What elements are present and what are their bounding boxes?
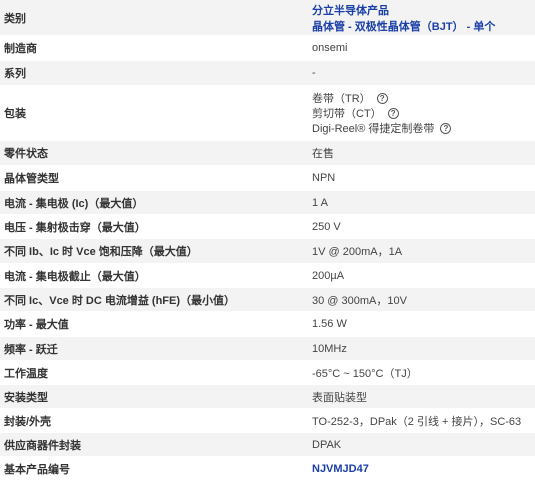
spec-row-collector-cutoff: 电流 - 集电极截止（最大值） 200µA — [0, 264, 535, 288]
spec-label: 频率 - 跃迁 — [4, 343, 58, 356]
spec-label: 供应商器件封装 — [4, 439, 81, 452]
spec-label: 安装类型 — [4, 391, 48, 404]
spec-value: 表面贴装型 — [312, 391, 367, 404]
category-link[interactable]: 分立半导体产品 — [312, 2, 535, 18]
spec-value: NJVMJD47 — [306, 457, 535, 480]
spec-value: 1V @ 200mA，1A — [312, 246, 403, 258]
help-icon[interactable]: ? — [376, 92, 388, 104]
spec-label: 电压 - 集射极击穿（最大值） — [4, 221, 146, 234]
spec-label: 晶体管类型 — [4, 173, 59, 185]
packaging-option-label: 卷带（TR） — [312, 93, 371, 105]
spec-value: DPAK — [312, 438, 342, 451]
spec-value: 1.56 W — [312, 318, 347, 330]
spec-row-power-max: 功率 - 最大值 1.56 W — [0, 312, 535, 337]
spec-row-base-part-number: 基本产品编号 NJVMJD47 — [0, 457, 535, 481]
spec-row-breakdown-voltage: 电压 - 集射极击穿（最大值） 250 V — [0, 215, 535, 239]
spec-value: onsemi — [312, 42, 348, 54]
spec-row-transition-frequency: 频率 - 跃迁 10MHz — [0, 337, 535, 361]
subcategory-link[interactable]: 晶体管 - 双极性晶体管（BJT） - 单个 — [312, 18, 535, 34]
spec-label: 不同 Ic、Vce 时 DC 电流增益 (hFE)（最小值） — [4, 294, 236, 307]
spec-value: NPN — [312, 172, 336, 184]
spec-label: 功率 - 最大值 — [4, 319, 69, 331]
spec-label: 零件状态 — [4, 148, 48, 160]
packaging-option: 卷带（TR） ? — [312, 91, 535, 106]
packaging-option-label: 剪切带（CT） — [312, 108, 382, 120]
spec-row-supplier-package: 供应商器件封装 DPAK — [0, 433, 535, 457]
base-part-number-link[interactable]: NJVMJD47 — [312, 463, 535, 475]
help-icon[interactable]: ? — [387, 107, 399, 119]
help-icon[interactable]: ? — [440, 122, 452, 134]
spec-label: 不同 Ib、Ic 时 Vce 饱和压降（最大值） — [4, 246, 198, 258]
spec-value: 1 A — [312, 196, 328, 209]
spec-row-manufacturer: 制造商 onsemi — [0, 36, 535, 61]
spec-label: 系列 — [4, 68, 26, 80]
spec-row-packaging: 包装 卷带（TR） ? 剪切带（CT） ? Digi-Reel® 得捷定制卷带 … — [0, 86, 535, 141]
packaging-option: 剪切带（CT） ? — [312, 106, 535, 121]
spec-row-dc-gain: 不同 Ic、Vce 时 DC 电流增益 (hFE)（最小值） 30 @ 300m… — [0, 288, 535, 312]
spec-label: 电流 - 集电极 (Ic)（最大值） — [4, 197, 144, 210]
packaging-option: Digi-Reel® 得捷定制卷带 ? — [312, 121, 535, 136]
spec-label: 制造商 — [4, 43, 37, 55]
spec-label: 类别 — [4, 12, 26, 25]
spec-value: 卷带（TR） ? 剪切带（CT） ? Digi-Reel® 得捷定制卷带 ? — [306, 86, 535, 140]
spec-row-collector-current: 电流 - 集电极 (Ic)（最大值） 1 A — [0, 191, 535, 215]
spec-label: 包装 — [4, 108, 26, 120]
spec-label: 工作温度 — [4, 367, 48, 380]
spec-value: 在售 — [312, 148, 334, 160]
spec-row-mounting-type: 安装类型 表面贴装型 — [0, 385, 535, 409]
spec-value: 分立半导体产品 晶体管 - 双极性晶体管（BJT） - 单个 — [306, 0, 535, 35]
spec-value: -65°C ~ 150°C（TJ） — [312, 367, 418, 380]
spec-row-transistor-type: 晶体管类型 NPN — [0, 166, 535, 191]
spec-row-category: 类别 分立半导体产品 晶体管 - 双极性晶体管（BJT） - 单个 — [0, 0, 535, 36]
spec-label: 封装/外壳 — [4, 415, 52, 428]
spec-row-operating-temp: 工作温度 -65°C ~ 150°C（TJ） — [0, 361, 535, 385]
spec-value: 250 V — [312, 220, 341, 233]
spec-row-vce-saturation: 不同 Ib、Ic 时 Vce 饱和压降（最大值） 1V @ 200mA，1A — [0, 239, 535, 264]
spec-value: 30 @ 300mA，10V — [312, 294, 407, 307]
spec-row-part-status: 零件状态 在售 — [0, 141, 535, 166]
spec-row-series: 系列 - — [0, 61, 535, 86]
spec-label: 基本产品编号 — [4, 463, 70, 476]
spec-value: TO-252-3，DPak（2 引线 + 接片），SC-63 — [312, 415, 522, 428]
spec-value: 200µA — [312, 269, 345, 282]
spec-table: 类别 分立半导体产品 晶体管 - 双极性晶体管（BJT） - 单个 制造商 on… — [0, 0, 535, 481]
spec-label: 电流 - 集电极截止（最大值） — [4, 270, 146, 283]
spec-row-package-case: 封装/外壳 TO-252-3，DPak（2 引线 + 接片），SC-63 — [0, 409, 535, 433]
spec-value: - — [312, 67, 316, 79]
packaging-option-label: Digi-Reel® 得捷定制卷带 — [312, 123, 435, 135]
spec-value: 10MHz — [312, 342, 347, 355]
